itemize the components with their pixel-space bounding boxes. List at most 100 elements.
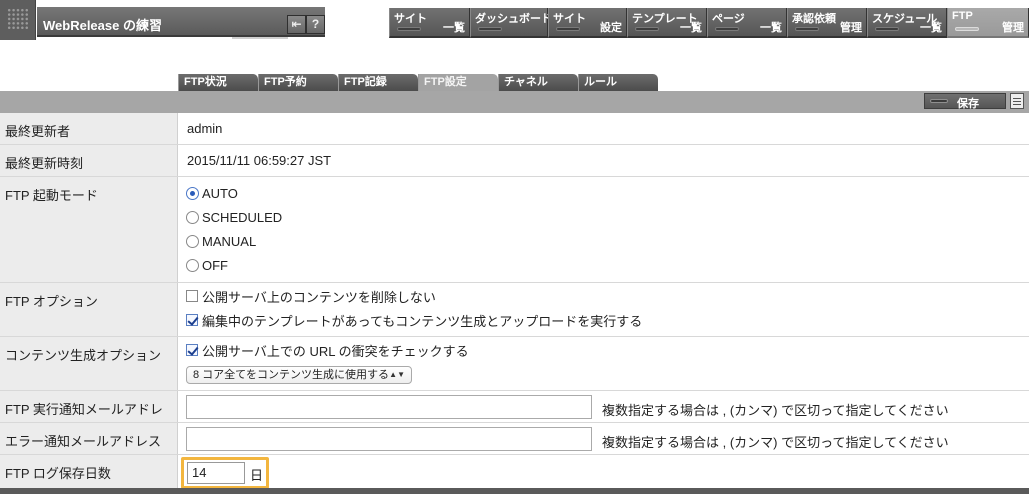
radio-button[interactable] [186,210,199,224]
checkbox-label: 公開サーバ上での URL の衝突をチェックする [202,343,469,359]
nav-page-list[interactable]: ページ 一覧 [707,8,787,38]
row-last-updated-at: 最終更新時刻 2015/11/11 06:59:27 JST [0,145,1029,177]
grid-dots-icon [7,8,29,30]
field-value-area: 2015/11/11 06:59:27 JST [179,145,1029,176]
nav-site-settings[interactable]: サイト 設定 [548,8,627,38]
tab-channel[interactable]: チャネル [498,74,578,91]
nav-sub-label: 一覧 [443,22,465,34]
select-arrows-icon: ▲▼ [389,370,405,379]
log-days-input[interactable]: 14 [187,462,245,484]
exec-mail-input[interactable] [186,395,592,419]
help-button[interactable]: ? [306,15,325,34]
nav-pill-icon [795,27,819,31]
nav-pill-icon [556,27,580,31]
nav-label: ページ [712,13,745,25]
nav-sub-label: 管理 [1002,22,1024,34]
field-label: コンテンツ生成オプション [0,337,178,390]
nav-template-list[interactable]: テンプレート 一覧 [627,8,707,38]
radio-button[interactable] [186,234,199,248]
save-button-label: 保存 [957,98,979,110]
row-content-options: コンテンツ生成オプション 公開サーバ上での URL の衝突をチェックする 8 コ… [0,337,1029,391]
select-value: 8 コア全てをコンテンツ生成に使用する [193,369,389,381]
field-label: FTP オプション [0,283,178,336]
radio-label: OFF [202,257,228,273]
radio-label: MANUAL [202,233,257,249]
exec-mail-hint: 複数指定する場合は , (カンマ) で区切って指定してください [602,403,949,418]
tab-ftp-log[interactable]: FTP記録 [338,74,418,91]
last-updated-by-value: admin [187,121,223,136]
app-title-bar: WebRelease の練習 [37,7,325,37]
error-mail-input[interactable] [186,427,592,451]
radio-button[interactable] [186,258,199,272]
field-value-area: 公開サーバ上での URL の衝突をチェックする 8 コア全てをコンテンツ生成に使… [179,337,1029,390]
core-usage-select[interactable]: 8 コア全てをコンテンツ生成に使用する ▲▼ [186,366,412,384]
option-no-delete[interactable]: 公開サーバ上のコンテンツを削除しない [186,287,436,305]
toolbar-band [0,91,1029,113]
row-startup-mode: FTP 起動モード AUTO SCHEDULED MANUAL OFF [0,177,1029,283]
nav-label: サイト [394,13,427,25]
nav-pill-icon [635,27,659,31]
nav-sub-label: 一覧 [680,22,702,34]
nav-pill-icon [715,27,739,31]
tab-ftp-settings[interactable]: FTP設定 [418,74,498,91]
option-run-while-editing[interactable]: 編集中のテンプレートがあってもコンテンツ生成とアップロードを実行する [186,311,642,329]
field-value-area: 複数指定する場合は , (カンマ) で区切って指定してください [179,423,1029,454]
radio-auto[interactable]: AUTO [186,184,238,202]
nav-ftp-manage[interactable]: FTP 管理 [947,8,1029,38]
back-arrow-icon[interactable]: ⇤ [287,15,306,34]
field-value-area: 複数指定する場合は , (カンマ) で区切って指定してください [179,391,1029,422]
button-pill-icon [930,99,948,103]
nav-pill-icon [875,27,899,31]
field-value-area: 14 日 [179,455,1029,489]
nav-sub-label: 一覧 [760,22,782,34]
field-label: FTP 実行通知メールアドレス [0,391,178,436]
nav-pill-icon [397,27,421,31]
radio-scheduled[interactable]: SCHEDULED [186,208,282,226]
field-label: FTP ログ保存日数 [0,455,178,488]
radio-label: SCHEDULED [202,209,283,225]
nav-label: ダッシュボード [475,13,552,25]
log-days-unit: 日 [250,468,264,483]
row-exec-mail: FTP 実行通知メールアドレス 複数指定する場合は , (カンマ) で区切って指… [0,391,1029,436]
tab-ftp-status[interactable]: FTP状況 [178,74,258,91]
field-label: FTP 起動モード [0,177,178,282]
tab-ftp-reservation[interactable]: FTP予約 [258,74,338,91]
tab-rule[interactable]: ルール [578,74,658,91]
checkbox[interactable] [186,290,198,302]
app-logo[interactable] [0,0,36,40]
nav-schedule-list[interactable]: スケジュール 一覧 [867,8,947,38]
radio-label: AUTO [202,185,238,201]
checkbox[interactable] [186,344,198,356]
row-ftp-options: FTP オプション 公開サーバ上のコンテンツを削除しない 編集中のテンプレートが… [0,283,1029,337]
last-updated-at-value: 2015/11/11 06:59:27 JST [187,153,332,168]
nav-sub-label: 管理 [840,22,862,34]
nav-label: サイト [553,13,586,25]
option-url-conflict-check[interactable]: 公開サーバ上での URL の衝突をチェックする [186,341,469,359]
save-button[interactable]: 保存 [924,93,1006,110]
nav-sub-label: 設定 [600,22,622,34]
nav-pill-icon [955,27,979,31]
field-value-area: admin [179,113,1029,144]
document-icon[interactable] [1010,93,1024,109]
nav-label: FTP [952,10,973,22]
row-error-mail: エラー通知メールアドレス 複数指定する場合は , (カンマ) で区切って指定して… [0,423,1029,455]
checkbox-label: 編集中のテンプレートがあってもコンテンツ生成とアップロードを実行する [202,313,643,329]
nav-approval[interactable]: 承認依頼 管理 [787,8,867,38]
error-mail-hint: 複数指定する場合は , (カンマ) で区切って指定してください [602,435,949,450]
field-value-area: 公開サーバ上のコンテンツを削除しない 編集中のテンプレートがあってもコンテンツ生… [179,283,1029,336]
checkbox-label: 公開サーバ上のコンテンツを削除しない [202,289,436,305]
radio-button[interactable] [186,186,199,200]
title-underline [232,37,288,39]
bottom-strip [0,488,1029,494]
checkbox[interactable] [186,314,198,326]
field-value-area: AUTO SCHEDULED MANUAL OFF [179,177,1029,282]
radio-off[interactable]: OFF [186,256,228,274]
row-log-days: FTP ログ保存日数 14 日 [0,455,1029,489]
top-nav: サイト 一覧 ダッシュボード サイト 設定 テンプレート 一覧 ページ 一覧 承… [389,8,1029,38]
nav-sub-label: 一覧 [920,22,942,34]
radio-manual[interactable]: MANUAL [186,232,256,250]
nav-site-list[interactable]: サイト 一覧 [389,8,470,38]
nav-pill-icon [478,27,502,31]
nav-label: 承認依頼 [792,13,836,25]
nav-dashboard[interactable]: ダッシュボード [470,8,552,38]
